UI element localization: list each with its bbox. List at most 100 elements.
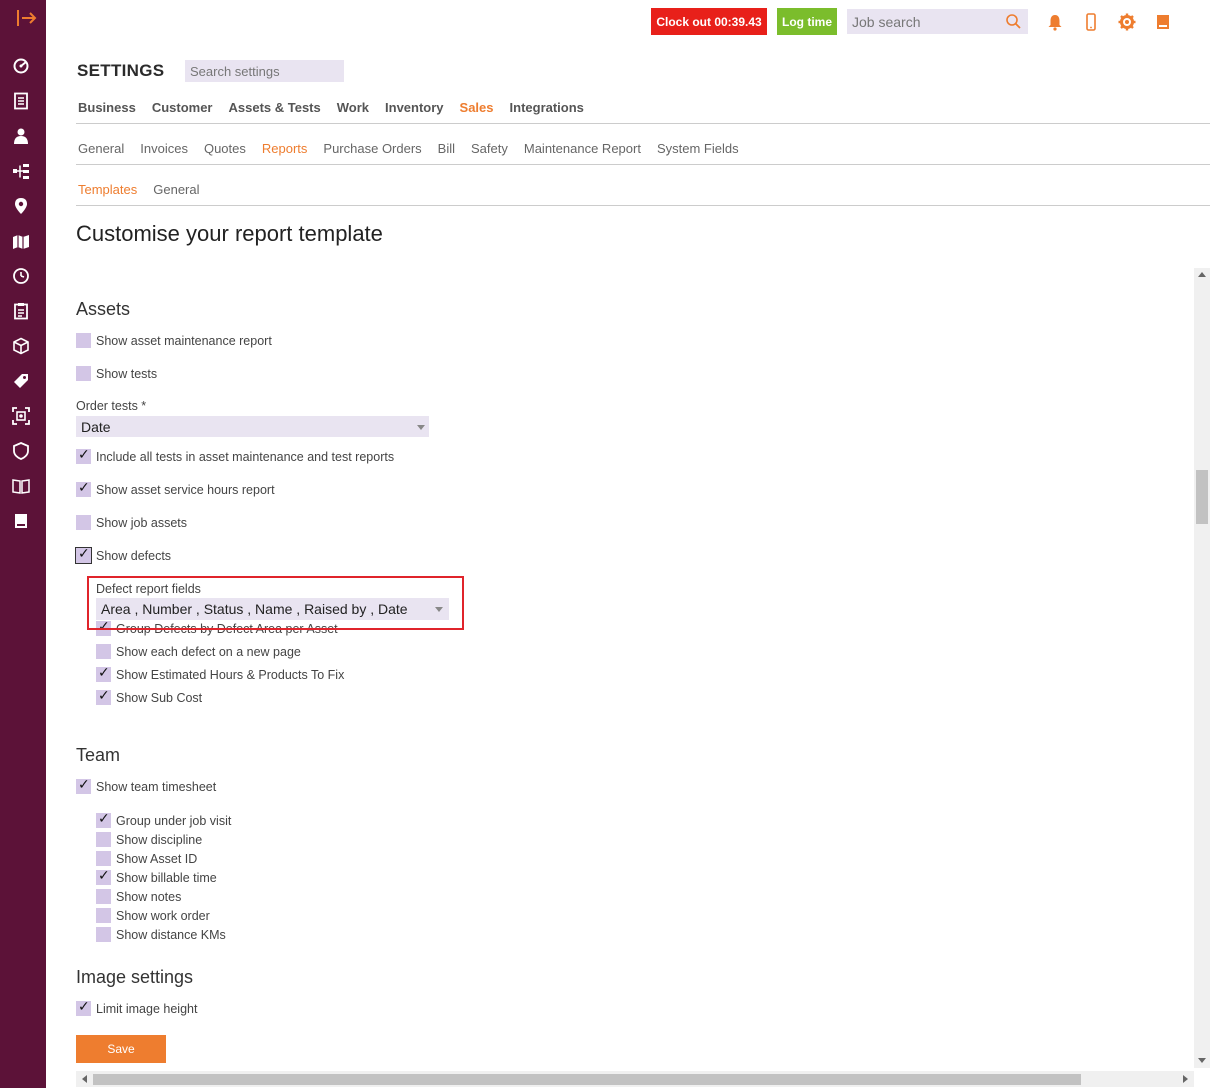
show-defects-option: Show defects [75, 545, 171, 564]
show-distance-checkbox[interactable] [96, 927, 111, 942]
checkbox-label: Limit image height [96, 1001, 198, 1016]
tab-invoices[interactable]: Invoices [140, 141, 188, 156]
checkbox-label: Show work order [116, 908, 210, 923]
divider [76, 123, 1210, 124]
checkbox-label: Show team timesheet [96, 779, 217, 794]
show-work-order-option: Show work order [96, 908, 210, 923]
tab-work[interactable]: Work [337, 100, 369, 115]
tab-maintenance-report[interactable]: Maintenance Report [524, 141, 641, 156]
estimated-hours-option: Show Estimated Hours & Products To Fix [96, 664, 344, 682]
tab-general-sub[interactable]: General [153, 182, 199, 197]
map-icon[interactable] [11, 231, 31, 251]
book-open-icon[interactable] [11, 476, 31, 496]
show-service-hours-option: Show asset service hours report [76, 479, 275, 497]
tab-system-fields[interactable]: System Fields [657, 141, 739, 156]
tab-general[interactable]: General [78, 141, 124, 156]
tab-bill[interactable]: Bill [438, 141, 455, 156]
checkbox-label: Group under job visit [116, 813, 232, 828]
divider [76, 164, 1210, 165]
group-under-job-visit-option: Group under job visit [96, 810, 232, 828]
show-team-timesheet-checkbox[interactable] [76, 776, 91, 794]
tab-assets-tests[interactable]: Assets & Tests [229, 100, 321, 115]
tab-templates[interactable]: Templates [78, 182, 137, 197]
each-defect-new-page-option: Show each defect on a new page [96, 644, 301, 659]
show-discipline-checkbox[interactable] [96, 832, 111, 847]
include-all-tests-checkbox[interactable] [76, 446, 91, 464]
clock-out-button[interactable]: Clock out 00:39.43 [651, 8, 767, 35]
checkbox-label: Show asset maintenance report [96, 333, 272, 348]
checkbox-label: Show asset service hours report [96, 482, 275, 497]
checkbox-label: Show distance KMs [116, 927, 226, 942]
show-tests-option: Show tests [76, 366, 157, 381]
checkbox-label: Include all tests in asset maintenance a… [96, 449, 395, 464]
sub-cost-checkbox[interactable] [96, 687, 111, 705]
checkbox-label: Show job assets [96, 515, 188, 530]
limit-image-height-option: Limit image height [76, 998, 198, 1016]
job-search-input[interactable] [852, 12, 1002, 32]
mobile-icon[interactable] [1082, 13, 1100, 31]
show-service-hours-checkbox[interactable] [76, 479, 91, 497]
dashboard-icon[interactable] [11, 56, 31, 76]
tab-purchase-orders[interactable]: Purchase Orders [323, 141, 421, 156]
show-asset-maintenance-report-checkbox[interactable] [76, 333, 91, 348]
log-time-button[interactable]: Log time [777, 8, 837, 35]
scroll-right-icon[interactable] [1183, 1075, 1188, 1083]
show-defects-checkbox[interactable] [75, 545, 92, 564]
show-billable-time-checkbox[interactable] [96, 867, 111, 885]
checkbox-label: Show billable time [116, 870, 217, 885]
checkbox-label: Show discipline [116, 832, 203, 847]
tab-safety[interactable]: Safety [471, 141, 508, 156]
sub-cost-option: Show Sub Cost [96, 687, 203, 705]
show-notes-checkbox[interactable] [96, 889, 111, 904]
order-tests-label: Order tests * [76, 399, 147, 413]
clipboard-icon[interactable] [11, 301, 31, 321]
document-list-icon[interactable] [11, 91, 31, 111]
checkbox-label: Show tests [96, 366, 158, 381]
chevron-down-icon [417, 425, 425, 430]
user-icon[interactable] [11, 126, 31, 146]
vertical-scrollbar[interactable] [1194, 268, 1210, 1068]
tab-reports[interactable]: Reports [262, 141, 308, 156]
book-icon[interactable] [11, 511, 31, 531]
image-settings-heading: Image settings [76, 967, 194, 987]
save-button[interactable]: Save [76, 1035, 166, 1063]
gear-icon[interactable] [1118, 13, 1136, 31]
expand-icon[interactable] [16, 8, 38, 28]
scan-icon[interactable] [11, 406, 31, 426]
location-pin-icon[interactable] [11, 196, 31, 216]
bell-icon[interactable] [1046, 13, 1064, 31]
tag-icon[interactable] [11, 371, 31, 391]
show-work-order-checkbox[interactable] [96, 908, 111, 923]
scroll-left-icon[interactable] [82, 1075, 87, 1083]
search-icon[interactable] [1005, 13, 1022, 30]
order-tests-select[interactable]: Date [76, 416, 429, 437]
cube-icon[interactable] [11, 336, 31, 356]
defect-report-fields-select[interactable]: Area , Number , Status , Name , Raised b… [96, 598, 449, 620]
show-asset-id-checkbox[interactable] [96, 851, 111, 866]
show-job-assets-option: Show job assets [76, 515, 187, 530]
tab-quotes[interactable]: Quotes [204, 141, 246, 156]
tab-integrations[interactable]: Integrations [510, 100, 584, 115]
book-icon[interactable] [1154, 13, 1172, 31]
estimated-hours-checkbox[interactable] [96, 664, 111, 682]
tab-inventory[interactable]: Inventory [385, 100, 444, 115]
settings-search-input[interactable] [185, 60, 344, 82]
each-defect-new-page-checkbox[interactable] [96, 644, 111, 659]
show-asset-maintenance-report-option: Show asset maintenance report [76, 333, 272, 348]
limit-image-height-checkbox[interactable] [76, 998, 91, 1016]
vertical-scrollbar-thumb[interactable] [1196, 470, 1208, 524]
scroll-up-icon[interactable] [1198, 272, 1206, 277]
tab-customer[interactable]: Customer [152, 100, 213, 115]
show-team-timesheet-option: Show team timesheet [76, 776, 217, 794]
scroll-down-icon[interactable] [1198, 1058, 1206, 1063]
hierarchy-icon[interactable] [11, 161, 31, 181]
group-under-job-visit-checkbox[interactable] [96, 810, 111, 828]
shield-icon[interactable] [11, 441, 31, 461]
show-tests-checkbox[interactable] [76, 366, 91, 381]
horizontal-scrollbar-thumb[interactable] [93, 1074, 1081, 1085]
tab-sales[interactable]: Sales [460, 100, 494, 115]
tab-business[interactable]: Business [78, 100, 136, 115]
show-job-assets-checkbox[interactable] [76, 515, 91, 530]
checkbox-label: Show Sub Cost [116, 690, 203, 705]
clock-icon[interactable] [11, 266, 31, 286]
